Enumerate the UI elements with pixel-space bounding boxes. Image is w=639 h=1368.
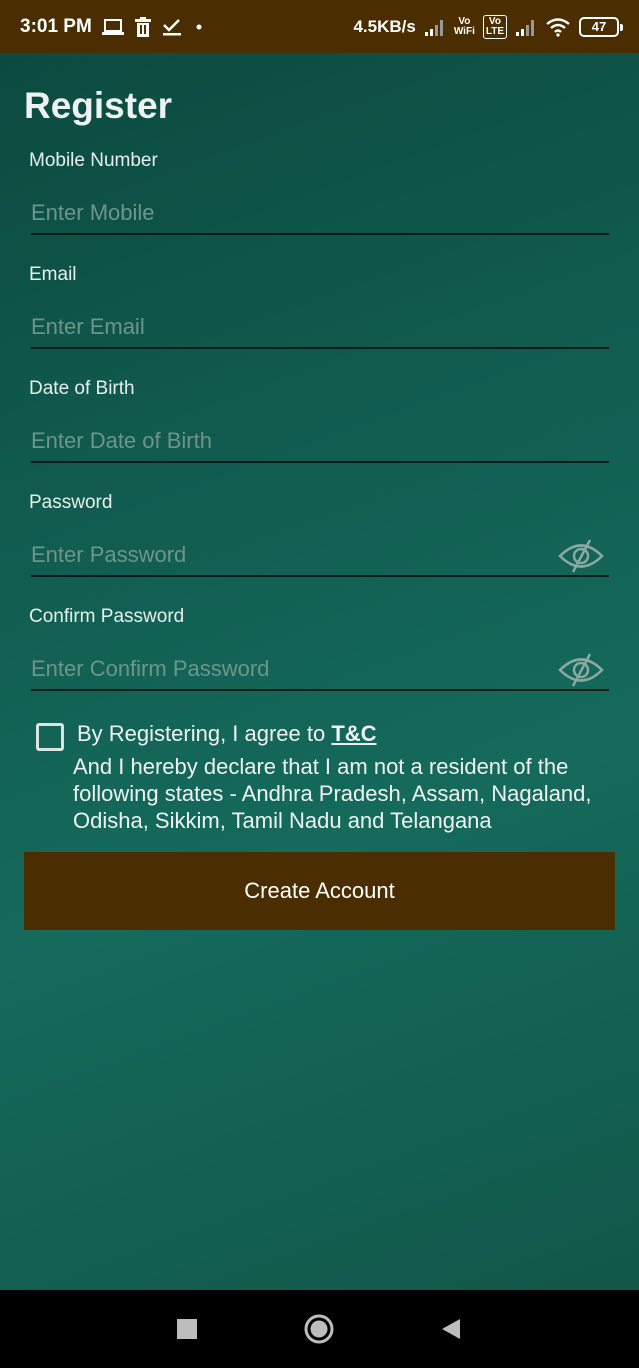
trash-icon <box>134 16 152 37</box>
mobile-field: Mobile Number <box>29 150 609 235</box>
status-time: 3:01 PM <box>20 15 92 37</box>
wifi-icon <box>545 17 571 37</box>
vowifi-icon: Vo WiFi <box>453 16 475 37</box>
status-left: 3:01 PM <box>20 16 206 38</box>
recents-square-icon <box>177 1319 197 1339</box>
email-input[interactable] <box>31 314 609 340</box>
residency-declaration: And I hereby declare that I am not a res… <box>73 754 592 833</box>
vowifi-bottom: WiFi <box>453 25 475 37</box>
back-triangle-icon <box>442 1319 460 1339</box>
register-screen: Register Mobile Number Email Date of Bir… <box>0 53 639 1290</box>
email-field: Email <box>29 264 609 349</box>
eye-slash-icon <box>558 653 604 687</box>
battery-level: 47 <box>591 19 607 34</box>
recents-button[interactable] <box>157 1290 217 1368</box>
laptop-icon <box>101 18 124 36</box>
dob-input-wrap <box>31 421 609 463</box>
volte-bottom: LTE <box>485 25 504 37</box>
confirm-password-visibility-toggle[interactable] <box>557 651 605 689</box>
password-field: Password <box>29 492 609 577</box>
agree-text: By Registering, I agree to <box>77 721 332 746</box>
confirm-password-field: Confirm Password <box>29 606 609 691</box>
signal-icon <box>424 18 446 36</box>
confirm-password-input[interactable] <box>31 656 609 682</box>
home-circle-icon <box>304 1314 334 1344</box>
battery-icon: 47 <box>579 16 623 37</box>
page-title: Register <box>24 85 173 126</box>
agree-line: By Registering, I agree to T&C <box>77 721 377 747</box>
mobile-input-wrap <box>31 193 609 235</box>
status-right: 4.5KB/s Vo WiFi Vo LTE 47 <box>353 14 623 39</box>
network-speed: 4.5KB/s <box>353 16 416 36</box>
email-input-wrap <box>31 307 609 349</box>
dot-icon <box>192 20 206 34</box>
check-icon <box>162 17 182 37</box>
status-bar: 3:01 PM 4.5KB/s Vo WiFi Vo LTE 47 <box>0 0 639 53</box>
terms-checkbox[interactable] <box>36 723 64 751</box>
password-visibility-toggle[interactable] <box>557 537 605 575</box>
signal-icon <box>515 18 537 36</box>
confirm-password-input-wrap <box>31 649 609 691</box>
terms-link[interactable]: T&C <box>331 721 376 746</box>
password-input[interactable] <box>31 542 609 568</box>
volte-icon: Vo LTE <box>482 14 507 39</box>
dob-field: Date of Birth <box>29 378 609 463</box>
dob-input[interactable] <box>31 428 609 454</box>
mobile-input[interactable] <box>31 200 609 226</box>
eye-slash-icon <box>558 539 604 573</box>
password-input-wrap <box>31 535 609 577</box>
home-button[interactable] <box>289 1290 349 1368</box>
back-button[interactable] <box>421 1290 481 1368</box>
dob-label: Date of Birth <box>29 378 135 399</box>
create-account-button[interactable]: Create Account <box>24 852 615 930</box>
password-label: Password <box>29 492 113 513</box>
mobile-label: Mobile Number <box>29 150 158 171</box>
system-nav-bar <box>0 1290 639 1368</box>
confirm-password-label: Confirm Password <box>29 606 185 627</box>
email-label: Email <box>29 264 77 285</box>
